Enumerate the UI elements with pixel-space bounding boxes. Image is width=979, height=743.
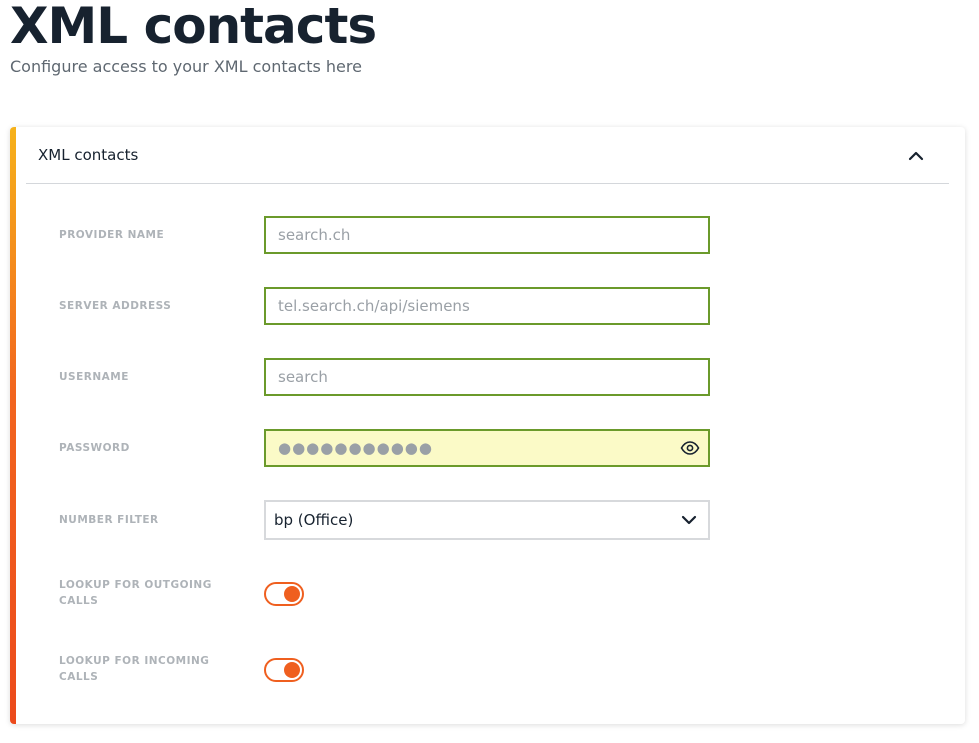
toggle-knob [284, 586, 300, 602]
eye-icon [680, 441, 700, 455]
password-field [264, 429, 710, 467]
lookup-outgoing-toggle[interactable] [264, 582, 304, 606]
server-address-input[interactable] [264, 287, 710, 325]
xml-contacts-card: XML contacts PROVIDER NAME SERVER ADDRES… [10, 127, 965, 724]
show-password-button[interactable] [680, 439, 700, 457]
toggle-knob [284, 662, 300, 678]
provider-name-input[interactable] [264, 216, 710, 254]
card-accent-bar [10, 127, 16, 724]
username-input[interactable] [264, 358, 710, 396]
lookup-incoming-label: LOOKUP FOR INCOMING CALLS [59, 655, 210, 683]
password-label: PASSWORD [59, 442, 130, 454]
chevron-up-icon [908, 151, 924, 161]
number-filter-label: NUMBER FILTER [59, 514, 159, 526]
collapse-button[interactable] [905, 145, 927, 167]
provider-name-label: PROVIDER NAME [59, 229, 165, 241]
username-label: USERNAME [59, 371, 129, 383]
page-title: XML contacts [10, 0, 377, 55]
server-address-label: SERVER ADDRESS [59, 300, 172, 312]
lookup-incoming-toggle[interactable] [264, 658, 304, 682]
chevron-down-icon [681, 515, 697, 525]
card-title: XML contacts [38, 146, 139, 164]
number-filter-select[interactable]: bp (Office) [264, 500, 710, 540]
number-filter-value: bp (Office) [274, 511, 354, 529]
card-header: XML contacts [26, 127, 949, 184]
password-input[interactable] [266, 431, 690, 465]
page-subtitle: Configure access to your XML contacts he… [10, 57, 362, 76]
lookup-outgoing-label: LOOKUP FOR OUTGOING CALLS [59, 579, 212, 607]
